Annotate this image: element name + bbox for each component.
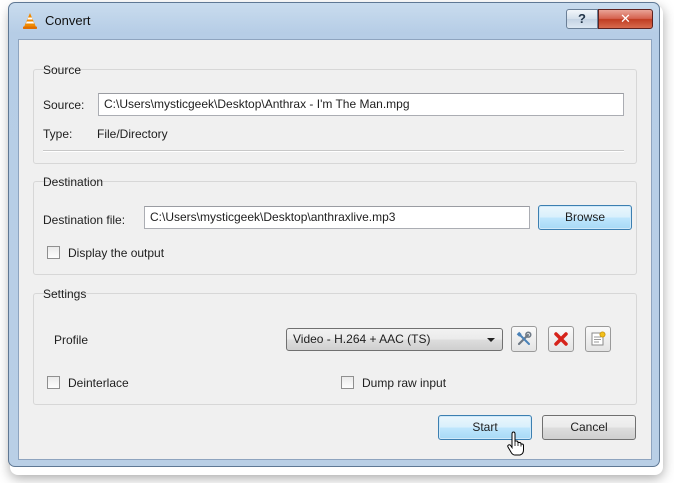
chevron-down-icon (487, 338, 495, 342)
type-label: Type: (43, 127, 73, 141)
edit-profile-icon (516, 331, 532, 346)
type-value: File/Directory (97, 127, 168, 141)
title-bar[interactable]: Convert ? ✕ (9, 3, 659, 37)
display-output-checkbox[interactable] (47, 246, 60, 259)
close-button[interactable]: ✕ (598, 9, 653, 29)
window-title: Convert (45, 13, 91, 28)
cancel-button[interactable]: Cancel (542, 415, 636, 440)
dialog-client-area: Source Source: C:\Users\mysticgeek\Deskt… (18, 39, 652, 460)
source-separator (43, 150, 624, 152)
source-group-title: Source (43, 63, 82, 77)
edit-profile-button[interactable] (511, 326, 537, 352)
dump-raw-input-checkbox[interactable] (341, 376, 354, 389)
deinterlace-label[interactable]: Deinterlace (68, 376, 129, 390)
profile-label: Profile (54, 333, 89, 347)
destination-file-input[interactable]: C:\Users\mysticgeek\Desktop\anthraxlive.… (144, 206, 530, 229)
deinterlace-checkbox[interactable] (47, 376, 60, 389)
mouse-pointer-icon (507, 431, 524, 456)
profile-select[interactable]: Video - H.264 + AAC (TS) (286, 328, 503, 351)
destination-group-title: Destination (43, 175, 104, 189)
display-output-label[interactable]: Display the output (68, 246, 164, 260)
profile-selected-value: Video - H.264 + AAC (TS) (293, 332, 431, 346)
new-profile-icon (591, 331, 606, 346)
dump-raw-input-label[interactable]: Dump raw input (362, 376, 446, 390)
delete-profile-icon (554, 332, 568, 346)
destination-file-label: Destination file: (43, 213, 126, 227)
new-profile-button[interactable] (585, 326, 611, 352)
settings-group-title: Settings (43, 287, 87, 301)
convert-dialog: Convert ? ✕ Source Source: C:\Users\myst… (8, 2, 660, 467)
browse-button[interactable]: Browse (538, 205, 632, 230)
delete-profile-button[interactable] (548, 326, 574, 352)
vlc-cone-icon (23, 13, 37, 29)
help-button[interactable]: ? (566, 9, 598, 29)
source-input[interactable]: C:\Users\mysticgeek\Desktop\Anthrax - I'… (98, 93, 624, 116)
source-label: Source: (43, 98, 85, 112)
